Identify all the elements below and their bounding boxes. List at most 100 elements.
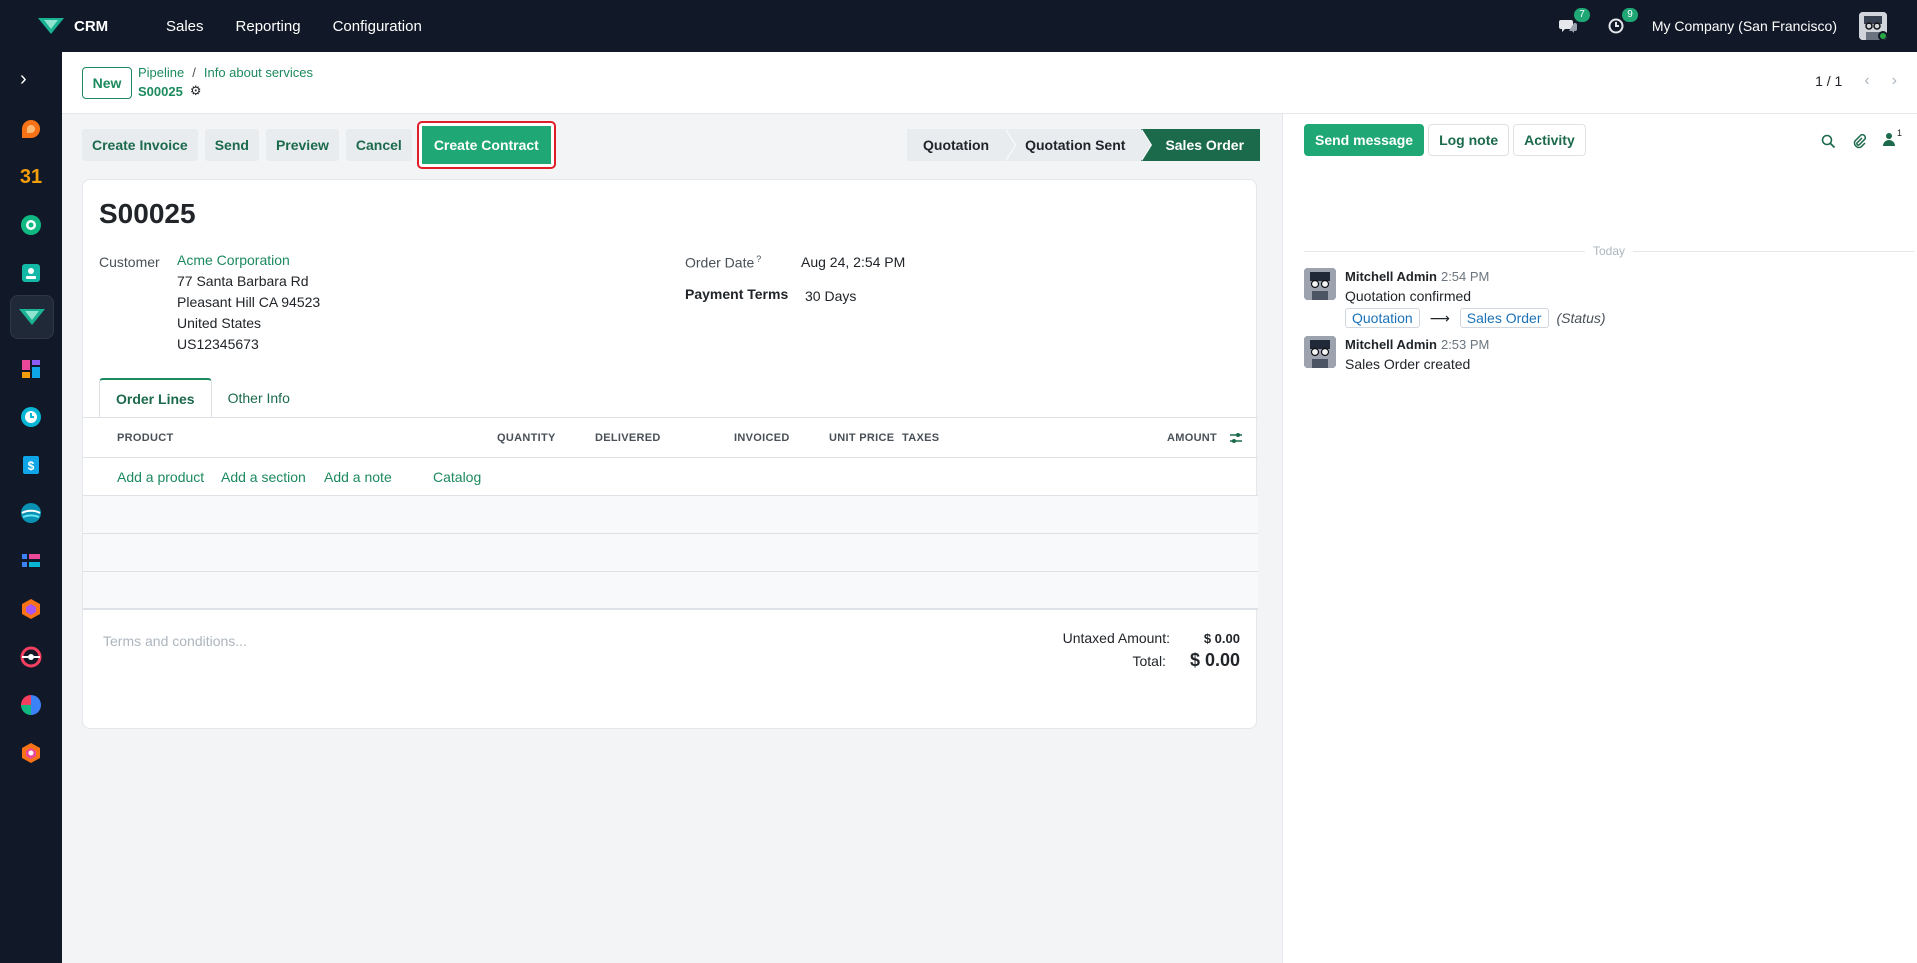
author-avatar[interactable] [1304, 336, 1336, 368]
customer-address-line: Pleasant Hill CA 94523 [177, 294, 321, 310]
customer-vat: US12345673 [177, 336, 259, 352]
new-button[interactable]: New [82, 67, 132, 99]
preview-button[interactable]: Preview [265, 129, 339, 161]
column-product[interactable]: PRODUCT [117, 432, 174, 444]
sidebar-expand-chevron-icon[interactable]: › [20, 68, 27, 91]
stage-label: Quotation [923, 137, 990, 153]
empty-line-row [83, 534, 1258, 572]
log-note-button[interactable]: Log note [1428, 124, 1510, 156]
message-time: 2:53 PM [1440, 337, 1490, 352]
help-tooltip-icon[interactable]: ? [756, 254, 761, 264]
message-text: Quotation confirmed [1345, 288, 1472, 304]
field-service-app-icon[interactable] [19, 741, 43, 765]
form-view: Create Invoice Send Preview Cancel Creat… [62, 114, 1282, 963]
crm-app-icon[interactable] [10, 295, 54, 339]
tracking-old-value: Quotation [1345, 308, 1420, 328]
column-taxes[interactable]: TAXES [902, 432, 939, 444]
chatter-panel: Send message Log note Activity 1 Today M… [1282, 114, 1917, 963]
terms-and-conditions-input[interactable]: Terms and conditions... [103, 633, 247, 649]
menu-sales[interactable]: Sales [166, 18, 204, 35]
message-author[interactable]: Mitchell Admin [1345, 269, 1437, 284]
pager-value[interactable]: 1 / 1 [1815, 73, 1842, 89]
create-contract-button[interactable]: Create Contract [416, 121, 556, 169]
order-totals: Untaxed Amount: $ 0.00 Total: $ 0.00 [1040, 630, 1240, 675]
record-pager: 1 / 1 ‹ › [1815, 72, 1897, 90]
helpdesk-app-icon[interactable] [19, 645, 43, 669]
menu-configuration[interactable]: Configuration [333, 18, 422, 35]
customer-field[interactable]: Acme Corporation 77 Santa Barbara Rd Ple… [177, 250, 320, 355]
status-bar: Quotation Quotation Sent Sales Order [907, 129, 1261, 161]
message-author[interactable]: Mitchell Admin [1345, 337, 1437, 352]
send-button[interactable]: Send [204, 129, 259, 161]
add-line-row: Add a product Add a section Add a note C… [83, 458, 1258, 496]
record-title: S00025 [99, 198, 196, 229]
breadcrumb-separator: / [192, 65, 196, 80]
untaxed-amount-value: $ 0.00 [1203, 631, 1240, 646]
stage-quotation[interactable]: Quotation [907, 129, 1017, 161]
pager-next-chevron-icon[interactable]: › [1892, 72, 1897, 90]
search-icon[interactable] [1821, 134, 1836, 149]
tab-other-info[interactable]: Other Info [212, 378, 306, 418]
timesheets-app-icon[interactable] [19, 405, 43, 429]
control-panel: New Pipeline / Info about services S00025 … [62, 52, 1917, 114]
calendar-app-icon[interactable]: 31 [19, 165, 43, 189]
breadcrumb-opportunity[interactable]: Info about services [204, 65, 313, 80]
customer-name-link[interactable]: Acme Corporation [177, 250, 320, 271]
column-amount[interactable]: AMOUNT [1167, 432, 1217, 444]
user-avatar[interactable] [1859, 12, 1887, 40]
column-invoiced[interactable]: INVOICED [734, 432, 790, 444]
menu-reporting[interactable]: Reporting [236, 18, 301, 35]
customer-address-line: United States [177, 315, 262, 331]
app-name: CRM [74, 17, 109, 35]
order-lines-header: PRODUCT QUANTITY DELIVERED INVOICED UNIT… [83, 418, 1258, 458]
project-app-icon[interactable] [19, 549, 43, 573]
tracking-value: Quotation ⟶ Sales Order (Status) [1345, 308, 1606, 328]
optional-columns-toggle-icon[interactable] [1229, 431, 1243, 445]
customer-label: Customer [99, 254, 160, 270]
order-date-field[interactable]: Aug 24, 2:54 PM [801, 254, 905, 270]
column-quantity[interactable]: QUANTITY [497, 432, 556, 444]
tab-order-lines[interactable]: Order Lines [99, 378, 212, 418]
payment-terms-label: Payment Terms [685, 286, 789, 302]
activities-button[interactable]: 9 [1604, 8, 1638, 38]
activity-button[interactable]: Activity [1513, 124, 1586, 156]
total-label: Total: [1132, 653, 1166, 669]
add-note-link[interactable]: Add a note [324, 469, 392, 485]
messages-button[interactable]: 7 [1556, 8, 1590, 38]
gear-icon[interactable]: ⚙ [190, 83, 202, 99]
column-unit-price[interactable]: UNIT PRICE [829, 432, 894, 444]
column-delivered[interactable]: DELIVERED [595, 432, 661, 444]
chatter-toolbar: 1 [1805, 128, 1902, 150]
untaxed-amount-label: Untaxed Amount: [1062, 630, 1170, 646]
cancel-button[interactable]: Cancel [345, 129, 412, 161]
spreadsheet-app-icon[interactable] [19, 693, 43, 717]
planning-app-icon[interactable] [19, 501, 43, 525]
app-brand[interactable]: CRM [38, 18, 158, 35]
company-switcher[interactable]: My Company (San Francisco) [1652, 18, 1837, 34]
order-date-label-text: Order Date [685, 254, 755, 271]
create-invoice-button[interactable]: Create Invoice [82, 129, 198, 161]
employees-app-icon[interactable] [19, 261, 43, 285]
payment-terms-field[interactable]: 30 Days [805, 288, 856, 304]
crm-logo-icon [38, 18, 64, 34]
catalog-link[interactable]: Catalog [433, 469, 481, 485]
stage-sales-order[interactable]: Sales Order [1141, 129, 1261, 161]
followers-count: 1 [1896, 128, 1902, 138]
customer-address-line: 77 Santa Barbara Rd [177, 273, 309, 289]
author-avatar[interactable] [1304, 268, 1336, 300]
dashboards-app-icon[interactable] [19, 357, 43, 381]
breadcrumb-pipeline[interactable]: Pipeline [138, 65, 184, 80]
invoicing-app-icon[interactable]: $ [19, 453, 43, 477]
send-message-button[interactable]: Send message [1304, 124, 1425, 156]
breadcrumb: Pipeline / Info about services S00025 ⚙ [138, 65, 313, 99]
messages-count-badge: 7 [1574, 8, 1590, 22]
followers-button[interactable]: 1 [1883, 128, 1902, 150]
pager-previous-chevron-icon[interactable]: ‹ [1864, 72, 1869, 90]
inventory-app-icon[interactable] [19, 597, 43, 621]
paperclip-icon[interactable] [1852, 133, 1867, 149]
add-section-link[interactable]: Add a section [221, 469, 306, 485]
add-product-link[interactable]: Add a product [117, 469, 204, 485]
stage-quotation-sent[interactable]: Quotation Sent [1005, 129, 1153, 161]
discuss-app-icon[interactable] [19, 117, 43, 141]
contacts-app-icon[interactable] [19, 213, 43, 237]
